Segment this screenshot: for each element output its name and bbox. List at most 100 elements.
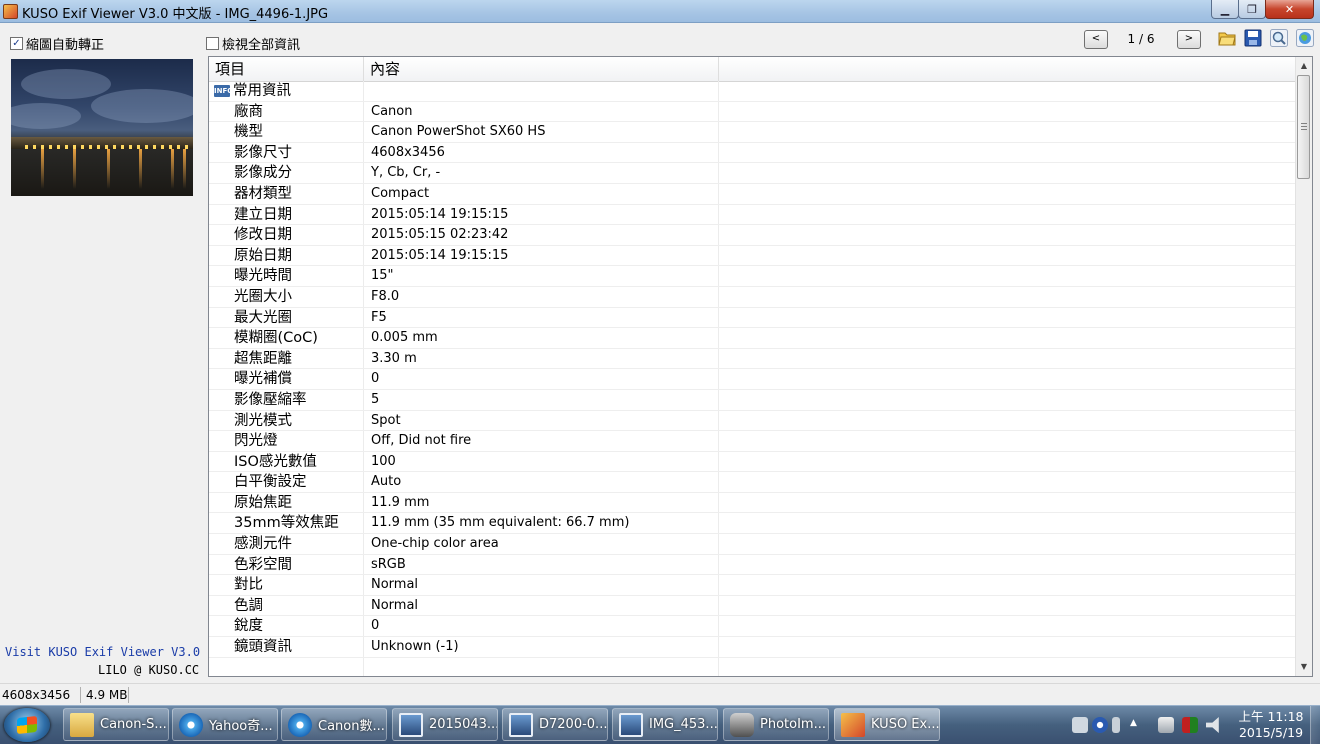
table-row[interactable]: 原始日期 2015:05:14 19:15:15 [209, 245, 1297, 267]
auto-rotate-checkbox[interactable]: ✓ 縮圖自動轉正 [10, 34, 104, 53]
row-value: 0.005 mm [364, 328, 719, 348]
image-thumbnail[interactable] [11, 59, 193, 196]
table-row[interactable]: 原始焦距 11.9 mm [209, 492, 1297, 514]
kuso-icon [841, 712, 865, 737]
auto-rotate-check[interactable]: ✓ [10, 37, 23, 50]
table-row[interactable]: ISO感光數值 100 [209, 451, 1297, 473]
column-header-content[interactable]: 內容 [364, 57, 719, 81]
row-value: 0 [364, 616, 719, 637]
row-item: 超焦距離 [209, 348, 364, 369]
table-row[interactable]: 建立日期 2015:05:14 19:15:15 [209, 204, 1297, 226]
ime-icon[interactable] [1112, 717, 1120, 733]
row-item: 廠商 [209, 101, 364, 122]
taskbar-item[interactable]: KUSO Ex... [834, 708, 940, 741]
table-row[interactable]: 閃光燈 Off, Did not fire [209, 431, 1297, 452]
table-row[interactable]: 光圈大小 F8.0 [209, 286, 1297, 308]
table-row[interactable]: 鏡頭資訊 Unknown (-1) [209, 637, 1297, 658]
app-icon[interactable] [3, 4, 18, 19]
system-tray: ▲ [1068, 706, 1238, 744]
magnifier-icon[interactable] [1270, 29, 1288, 47]
table-row[interactable]: 超焦距離 3.30 m [209, 348, 1297, 370]
table-row[interactable]: 感測元件 One-chip color area [209, 534, 1297, 555]
taskbar-item[interactable]: Canon數... [281, 708, 387, 741]
table-row[interactable]: 曝光補償 0 [209, 369, 1297, 390]
row-value: 11.9 mm (35 mm equivalent: 66.7 mm) [364, 513, 719, 534]
row-item: 感測元件 [209, 534, 364, 554]
network-icon[interactable] [1158, 717, 1174, 733]
row-item: 光圈大小 [209, 286, 364, 307]
ie-icon [288, 712, 312, 737]
tray-up-arrow[interactable]: ▲ [1130, 718, 1137, 728]
view-all-check[interactable] [206, 37, 219, 50]
help-icon[interactable] [1092, 717, 1108, 733]
next-image-button[interactable]: > [1177, 30, 1201, 49]
view-all-checkbox[interactable]: 檢視全部資訊 [206, 34, 300, 53]
row-value: 5 [364, 389, 719, 410]
list-rows: INFO 常用資訊 廠商 Canon 機型 Canon PowerShot SX60 … [209, 81, 1297, 676]
table-row[interactable]: 測光模式 Spot [209, 410, 1297, 432]
table-row[interactable]: 廠商 Canon [209, 101, 1297, 123]
table-row[interactable]: 影像尺寸 4608x3456 [209, 142, 1297, 164]
taskbar-item[interactable]: Yahoo奇... [172, 708, 278, 741]
taskbar-item[interactable]: D7200-0... [502, 708, 608, 741]
table-row[interactable]: 影像成分 Y, Cb, Cr, - [209, 163, 1297, 184]
empty-row [209, 657, 1297, 676]
minimize-button[interactable]: ▁ [1211, 0, 1239, 19]
row-item: 色彩空間 [209, 554, 364, 575]
globe-icon[interactable] [1296, 29, 1314, 47]
row-item: 銳度 [209, 616, 364, 637]
status-dimensions: 4608x3456 [2, 688, 71, 702]
row-item: ISO感光數值 [209, 451, 364, 472]
clock-date: 2015/5/19 [1238, 725, 1304, 740]
save-disk-icon[interactable] [1244, 29, 1262, 47]
table-row[interactable]: 影像壓縮率 5 [209, 389, 1297, 411]
taskbar-item[interactable]: Canon-S... [63, 708, 169, 741]
prev-image-button[interactable]: < [1084, 30, 1108, 49]
table-row[interactable]: 對比 Normal [209, 575, 1297, 596]
row-item: 對比 [209, 575, 364, 595]
row-value: Y, Cb, Cr, - [364, 163, 719, 183]
keyboard-icon[interactable] [1072, 717, 1088, 733]
taskbar-item[interactable]: 2015043... [392, 708, 498, 741]
table-row[interactable]: 模糊圈(CoC) 0.005 mm [209, 328, 1297, 349]
row-item: 模糊圈(CoC) [209, 328, 364, 348]
close-button[interactable]: ✕ [1265, 0, 1314, 19]
table-row[interactable]: 白平衡設定 Auto [209, 472, 1297, 493]
row-value: Off, Did not fire [364, 431, 719, 451]
info-icon: INFO [214, 84, 234, 97]
table-row[interactable]: 修改日期 2015:05:15 02:23:42 [209, 225, 1297, 246]
table-row[interactable]: 曝光時間 15" [209, 266, 1297, 287]
row-value: Normal [364, 575, 719, 595]
volume-icon[interactable] [1206, 717, 1219, 733]
table-row[interactable]: 最大光圈 F5 [209, 307, 1297, 329]
row-value: F8.0 [364, 286, 719, 307]
show-desktop-button[interactable] [1310, 706, 1320, 744]
column-header-item[interactable]: 項目 [209, 57, 364, 81]
scroll-thumb[interactable] [1297, 75, 1310, 179]
visit-site-link[interactable]: Visit KUSO Exif Viewer V3.0 Site [5, 645, 236, 659]
table-row[interactable]: 銳度 0 [209, 616, 1297, 638]
row-item: 色調 [209, 595, 364, 616]
vertical-scrollbar[interactable]: ▲ ▼ [1295, 57, 1312, 676]
scroll-down-arrow[interactable]: ▼ [1296, 659, 1312, 675]
security-icon[interactable] [1182, 717, 1198, 733]
scroll-up-arrow[interactable]: ▲ [1296, 58, 1312, 74]
table-row[interactable]: 色彩空間 sRGB [209, 554, 1297, 576]
windows-logo-icon [17, 715, 37, 735]
start-button[interactable] [4, 708, 50, 742]
table-row[interactable]: 色調 Normal [209, 595, 1297, 617]
table-row[interactable]: 器材類型 Compact [209, 183, 1297, 205]
table-row[interactable]: 35mm等效焦距 11.9 mm (35 mm equivalent: 66.7 … [209, 513, 1297, 535]
taskbar-item-label: Yahoo奇... [209, 719, 273, 734]
taskbar-item-label: D7200-0... [539, 717, 608, 732]
group-row[interactable]: INFO 常用資訊 [209, 81, 1297, 102]
row-item: 機型 [209, 122, 364, 142]
ie-icon [179, 712, 203, 737]
table-row[interactable]: 機型 Canon PowerShot SX60 HS [209, 122, 1297, 143]
taskbar-item[interactable]: PhotoIm... [723, 708, 829, 741]
maximize-button[interactable]: ❐ [1238, 0, 1266, 19]
open-folder-icon[interactable] [1218, 29, 1236, 47]
taskbar-item[interactable]: IMG_453... [612, 708, 718, 741]
taskbar-clock[interactable]: 上午 11:18 2015/5/19 [1236, 709, 1306, 741]
exif-list-view[interactable]: 項目 內容 INFO 常用資訊 廠商 Canon 機型 Canon PowerShot… [208, 56, 1313, 677]
